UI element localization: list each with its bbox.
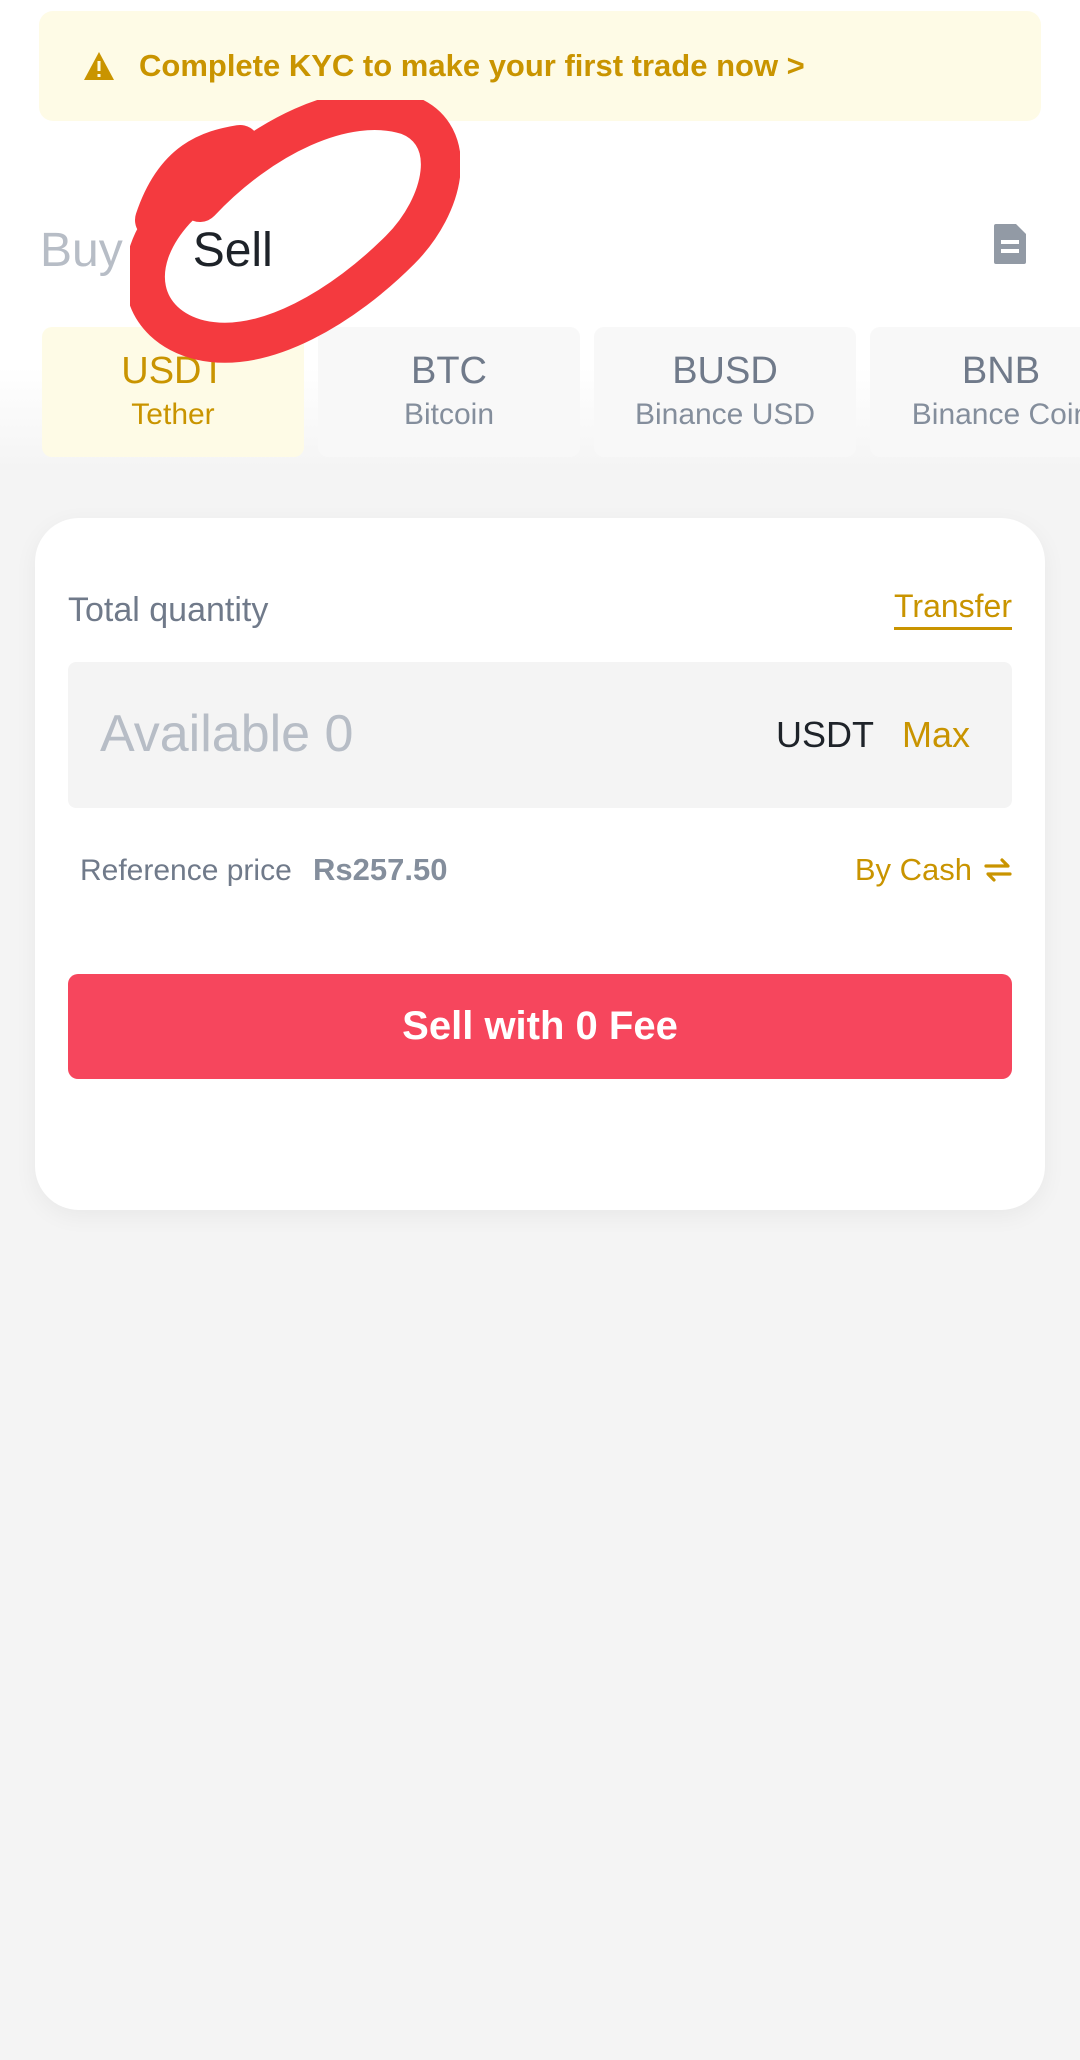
coin-name: Bitcoin [403, 398, 495, 431]
quantity-placeholder: Available 0 [100, 705, 354, 763]
coin-card-bnb[interactable]: BNB Binance Coin [870, 327, 1080, 457]
sell-button[interactable]: Sell with 0 Fee [68, 974, 1012, 1079]
coin-symbol: BUSD [672, 350, 778, 392]
coin-name: Binance Coin [911, 398, 1080, 431]
reference-price-value: Rs257.50 [313, 852, 448, 887]
coin-card-btc[interactable]: BTC Bitcoin [318, 327, 580, 457]
trade-card: Total quantity Transfer Available 0 USDT… [35, 518, 1045, 1210]
reference-price-label: Reference price [80, 854, 292, 887]
coin-selector: USDT Tether BTC Bitcoin BUSD Binance USD… [42, 327, 1080, 457]
payment-method-selector[interactable]: By Cash [855, 852, 1012, 888]
coin-name: Binance USD [634, 398, 816, 431]
quantity-input[interactable]: Available 0 USDT Max [68, 662, 1012, 808]
document-icon[interactable] [992, 222, 1028, 266]
max-button[interactable]: Max [902, 714, 970, 756]
coin-symbol: USDT [121, 350, 225, 392]
warning-icon [83, 49, 117, 83]
transfer-link[interactable]: Transfer [894, 588, 1012, 630]
kyc-banner-text: Complete KYC to make your first trade no… [139, 48, 805, 83]
payment-method-label: By Cash [854, 852, 972, 887]
kyc-banner[interactable]: Complete KYC to make your first trade no… [39, 11, 1041, 121]
coin-symbol: BNB [961, 350, 1041, 392]
coin-symbol: BTC [411, 350, 487, 392]
swap-icon [984, 858, 1012, 882]
coin-name: Tether [131, 398, 215, 431]
quantity-label: Total quantity [68, 591, 269, 629]
tab-sell[interactable]: Sell [193, 223, 273, 278]
coin-card-usdt[interactable]: USDT Tether [42, 327, 304, 457]
quantity-unit: USDT [776, 714, 874, 755]
coin-card-busd[interactable]: BUSD Binance USD [594, 327, 856, 457]
tab-buy[interactable]: Buy [40, 223, 123, 278]
trade-tabs: Buy Sell [40, 210, 273, 290]
